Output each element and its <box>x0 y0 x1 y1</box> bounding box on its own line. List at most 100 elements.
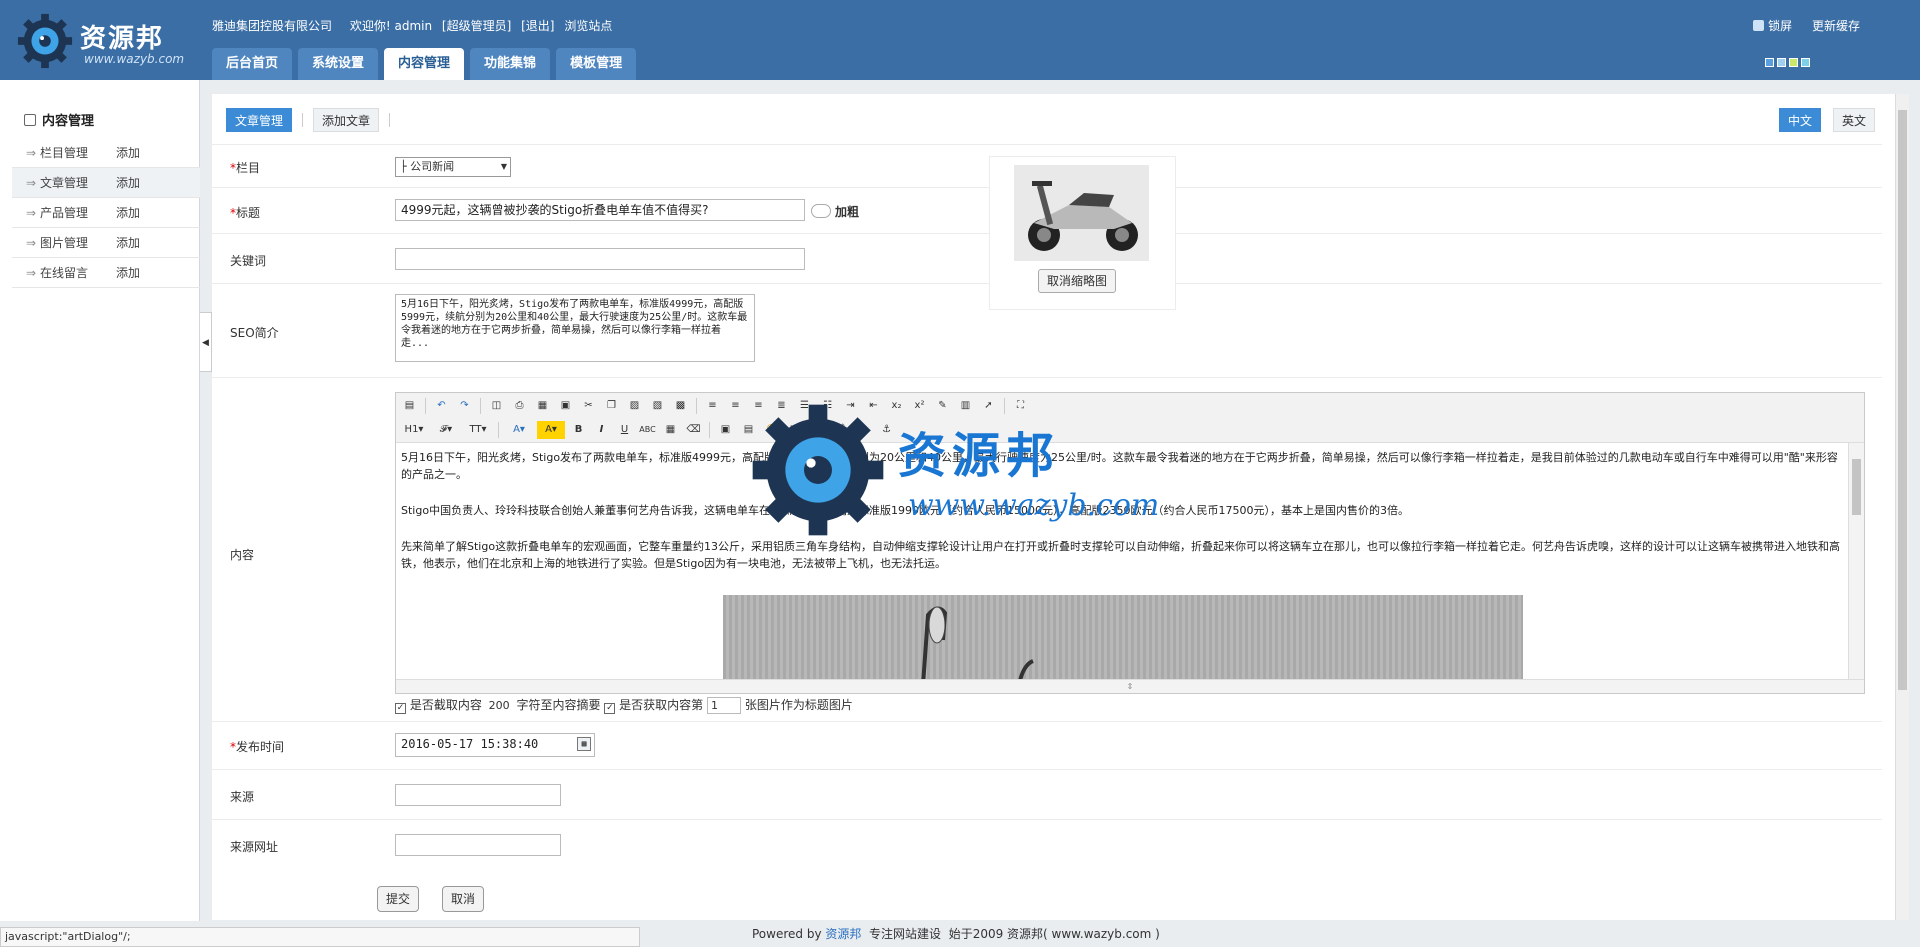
sidebar-item-label[interactable]: 栏目管理 <box>40 138 116 167</box>
code-icon[interactable]: ▣ <box>556 397 575 415</box>
submit-button[interactable]: 提交 <box>377 886 420 912</box>
image-checkbox[interactable]: ✓ <box>604 703 616 714</box>
sidebar-title: 内容管理 <box>24 110 94 129</box>
browse-site-link[interactable]: 浏览站点 <box>564 19 612 33</box>
copy-icon[interactable]: ❐ <box>602 397 621 415</box>
insert-image-icon[interactable]: ▣ <box>716 421 735 439</box>
superscript-icon[interactable]: x² <box>910 397 929 415</box>
eraser-icon[interactable]: ⌫ <box>684 421 703 439</box>
sidebar-item-label[interactable]: 在线留言 <box>40 258 116 287</box>
pointer-icon[interactable]: ➚ <box>979 397 998 415</box>
lock-screen-button[interactable]: 锁屏 <box>1753 19 1792 33</box>
select-all-icon[interactable]: ▥ <box>956 397 975 415</box>
insert-media-icon[interactable]: ▤ <box>739 421 758 439</box>
theme-swatch-4[interactable] <box>1801 58 1810 67</box>
bold-toggle[interactable] <box>811 204 831 218</box>
indent-icon[interactable]: ⇥ <box>841 397 860 415</box>
tab-article-list[interactable]: 文章管理 <box>226 108 293 132</box>
unlink-icon[interactable]: ✂ <box>854 421 873 439</box>
link-icon[interactable]: ⛓ <box>831 421 850 439</box>
footer-brand-link[interactable]: 资源邦 <box>825 927 861 941</box>
theme-swatch-2[interactable] <box>1777 58 1786 67</box>
source-url-label: 来源网址 <box>230 840 279 854</box>
strikethrough-icon[interactable]: ABC <box>638 421 657 439</box>
unordered-list-icon[interactable]: ☷ <box>818 397 837 415</box>
subscript-icon[interactable]: x₂ <box>887 397 906 415</box>
sidebar-add-link[interactable]: 添加 <box>116 228 140 257</box>
cancel-button[interactable]: 取消 <box>442 886 485 912</box>
file-icon[interactable]: ▧ <box>808 421 827 439</box>
role-link[interactable]: [超级管理员] <box>442 19 511 33</box>
lang-tab-chinese[interactable]: 中文 <box>1778 108 1821 132</box>
sidebar-add-link[interactable]: 添加 <box>116 168 140 197</box>
extract-checkbox[interactable]: ✓ <box>395 703 406 714</box>
table-icon[interactable]: ▦ <box>661 421 680 439</box>
fullscreen-icon[interactable]: ⛶ <box>1011 397 1030 415</box>
font-color-icon[interactable]: A▾ <box>505 421 533 439</box>
heading-icon[interactable]: H1▾ <box>400 421 428 439</box>
paste-word-icon[interactable]: ▩ <box>671 397 690 415</box>
lang-tab-english[interactable]: 英文 <box>1832 108 1875 132</box>
ordered-list-icon[interactable]: ☰ <box>795 397 814 415</box>
paste-icon[interactable]: ▨ <box>625 397 644 415</box>
source-input[interactable] <box>395 784 561 806</box>
anchor-icon[interactable]: ⚓ <box>877 421 896 439</box>
font-size-icon[interactable]: TT▾ <box>464 421 492 439</box>
sidebar-item-label[interactable]: 文章管理 <box>40 168 116 197</box>
form-row-source: 来源 <box>212 770 1882 820</box>
seo-textarea[interactable]: 5月16日下午，阳光炙烤，Stigo发布了两款电单车，标准版4999元，高配版5… <box>395 294 755 362</box>
image-index-input[interactable]: 1 <box>707 697 742 714</box>
nav-tab-system-settings[interactable]: 系统设置 <box>298 48 379 80</box>
align-right-icon[interactable]: ≡ <box>749 397 768 415</box>
source-icon[interactable]: ▤ <box>400 397 419 415</box>
theme-swatch-3[interactable] <box>1789 58 1798 67</box>
bold-icon[interactable]: B <box>569 421 588 439</box>
italic-icon[interactable]: I <box>592 421 611 439</box>
redo-icon[interactable]: ↷ <box>455 397 474 415</box>
keywords-input[interactable] <box>395 248 805 270</box>
sidebar-add-link[interactable]: 添加 <box>116 198 140 227</box>
sidebar-item-label[interactable]: 产品管理 <box>40 198 116 227</box>
logout-link[interactable]: [退出] <box>521 19 554 33</box>
sidebar-item-label[interactable]: 图片管理 <box>40 228 116 257</box>
extract-count-input[interactable]: 200 <box>486 698 513 715</box>
category-select[interactable]: ├ 公司新闻 <box>395 157 511 177</box>
clear-format-icon[interactable]: ✎ <box>933 397 952 415</box>
align-center-icon[interactable]: ≡ <box>726 397 745 415</box>
editor-resize-handle[interactable]: ⇕ <box>396 679 1864 693</box>
sidebar-add-link[interactable]: 添加 <box>116 258 140 287</box>
nav-tab-content-management[interactable]: 内容管理 <box>384 48 465 80</box>
pubtime-input[interactable]: 2016-05-17 15:38:40 ▦ <box>395 733 595 757</box>
source-url-input[interactable] <box>395 834 561 856</box>
template-icon[interactable]: ▦ <box>533 397 552 415</box>
outdent-icon[interactable]: ⇤ <box>864 397 883 415</box>
title-input[interactable]: 4999元起，这辆曾被抄袭的Stigo折叠电单车值不值得买? <box>395 199 805 221</box>
nav-tab-templates[interactable]: 模板管理 <box>556 48 637 80</box>
sidebar-add-link[interactable]: 添加 <box>116 138 140 167</box>
emoticon-icon[interactable]: ☺ <box>762 421 781 439</box>
underline-icon[interactable]: U <box>615 421 634 439</box>
highlight-icon[interactable]: A▾ <box>537 421 565 439</box>
undo-icon[interactable]: ↶ <box>432 397 451 415</box>
cancel-thumbnail-button[interactable]: 取消缩略图 <box>1038 269 1117 293</box>
preview-icon[interactable]: ◫ <box>487 397 506 415</box>
align-justify-icon[interactable]: ≣ <box>772 397 791 415</box>
editor-content[interactable]: 5月16日下午，阳光炙烤，Stigo发布了两款电单车，标准版4999元，高配版5… <box>396 443 1848 679</box>
site-logo[interactable]: 资源邦 www.wazyb.com <box>14 8 204 74</box>
cut-icon[interactable]: ✂ <box>579 397 598 415</box>
nav-tab-features[interactable]: 功能集锦 <box>470 48 551 80</box>
editor-scrollbar[interactable] <box>1848 443 1864 679</box>
extract-suffix: 字符至内容摘要 <box>516 698 601 712</box>
font-family-icon[interactable]: 𝓕▾ <box>432 421 460 439</box>
sidebar-collapse-button[interactable]: ◀ <box>200 312 212 372</box>
print-icon[interactable]: ⎙ <box>510 397 529 415</box>
calendar-icon[interactable]: ▦ <box>577 737 591 751</box>
align-left-icon[interactable]: ≡ <box>703 397 722 415</box>
paste-text-icon[interactable]: ▧ <box>648 397 667 415</box>
image-icon[interactable]: ▨ <box>785 421 804 439</box>
theme-swatch-1[interactable] <box>1765 58 1774 67</box>
refresh-cache-button[interactable]: 更新缓存 <box>1812 19 1860 33</box>
page-scrollbar[interactable] <box>1895 94 1909 920</box>
tab-add-article[interactable]: 添加文章 <box>313 108 380 132</box>
nav-tab-home[interactable]: 后台首页 <box>212 48 293 80</box>
